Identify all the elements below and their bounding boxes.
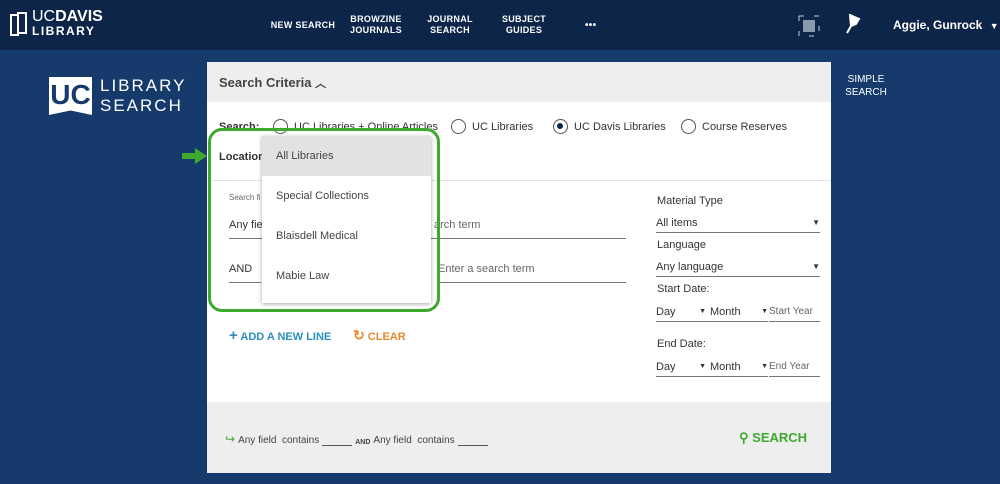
nav-journal-search[interactable]: JOURNAL SEARCH — [424, 14, 476, 36]
radio-selected[interactable] — [553, 119, 568, 134]
end-day-select[interactable]: Day ▼ — [656, 357, 706, 377]
summary-blank — [457, 434, 488, 446]
uc-badge: UC — [49, 77, 92, 115]
library-book-icon — [10, 12, 27, 36]
user-name: Aggie, Gunrock — [893, 18, 983, 32]
add-line-label: ADD A NEW LINE — [240, 331, 332, 343]
material-type-value: All items — [656, 216, 698, 229]
end-date-label: End Date: — [657, 338, 706, 350]
logo-text: LIBRARY — [32, 24, 96, 38]
panel-header[interactable]: Search Criteria ︿ — [207, 62, 831, 102]
caret-down-icon: ▼ — [761, 308, 768, 315]
search-term-input-2[interactable]: Enter a search term — [438, 263, 626, 283]
top-bar: UCDAVIS LIBRARY NEW SEARCH BROWZINE JOUR… — [0, 0, 1000, 50]
user-menu[interactable]: Aggie, Gunrock ▼ — [893, 18, 999, 32]
more-menu-icon[interactable]: ••• — [585, 20, 596, 31]
query-summary: ↪ Any field contains AND Any field conta… — [225, 432, 488, 446]
brand-line: LIBRARY — [100, 76, 187, 95]
scope-uc-libraries[interactable]: UC Libraries — [451, 119, 533, 134]
add-new-line-button[interactable]: + ADD A NEW LINE — [229, 327, 331, 344]
summary-op: AND — [355, 439, 371, 446]
day-value: Day — [656, 305, 676, 318]
caret-down-icon: ▼ — [812, 262, 820, 271]
plus-icon: + — [229, 327, 238, 344]
summary-blank — [322, 434, 353, 446]
end-month-select[interactable]: Month ▼ — [706, 357, 768, 377]
pin-icon[interactable] — [845, 14, 861, 34]
month-value: Month — [710, 305, 741, 318]
scope-uc-davis[interactable]: UC Davis Libraries — [553, 119, 666, 134]
search-icon: ⚲ — [739, 430, 749, 445]
simple-search-link[interactable]: SIMPLE SEARCH — [844, 73, 888, 99]
scope-course-reserves[interactable]: Course Reserves — [681, 119, 787, 134]
start-date-label: Start Date: — [657, 283, 710, 295]
radio[interactable] — [681, 119, 696, 134]
qr-code-icon[interactable] — [798, 15, 820, 37]
caret-down-icon: ▼ — [989, 21, 999, 31]
logo-text: DAVIS — [55, 8, 103, 25]
scope-label: UC Davis Libraries — [574, 120, 666, 133]
summary-part: Any field contains — [373, 435, 455, 446]
highlight-box — [208, 128, 440, 312]
start-day-select[interactable]: Day ▼ — [656, 302, 706, 322]
end-year-input[interactable]: End Year — [769, 357, 820, 377]
panel-footer: ↪ Any field contains AND Any field conta… — [207, 402, 831, 473]
caret-down-icon: ▼ — [699, 308, 706, 315]
summary-part: Any field contains — [238, 435, 320, 446]
search-term-input[interactable]: arch term — [434, 219, 480, 231]
green-arrow-icon — [182, 148, 207, 164]
scope-label: Course Reserves — [702, 120, 787, 133]
caret-down-icon: ▼ — [761, 363, 768, 370]
logo-text: UC — [32, 8, 56, 25]
uc-library-search-logo: UC LIBRARY SEARCH — [49, 76, 186, 116]
nav-browzine-journals[interactable]: BROWZINE JOURNALS — [348, 14, 404, 36]
nav-subject-guides[interactable]: SUBJECT GUIDES — [496, 14, 552, 36]
language-select[interactable]: Any language ▼ — [656, 257, 820, 277]
caret-down-icon: ▼ — [812, 218, 820, 227]
reset-icon: ↻ — [353, 327, 365, 343]
search-button[interactable]: ⚲ SEARCH — [739, 430, 807, 446]
brand-line: SEARCH — [100, 96, 183, 115]
search-button-label: SEARCH — [752, 430, 808, 445]
caret-down-icon: ▼ — [699, 363, 706, 370]
nav-new-search[interactable]: NEW SEARCH — [268, 20, 338, 31]
material-type-label: Material Type — [657, 195, 723, 207]
month-value: Month — [710, 360, 741, 373]
chevron-up-icon[interactable]: ︿ — [315, 78, 326, 90]
language-value: Any language — [656, 260, 724, 273]
arrow-right-icon: ↪ — [225, 432, 236, 446]
radio[interactable] — [451, 119, 466, 134]
start-month-select[interactable]: Month ▼ — [706, 302, 768, 322]
clear-label: CLEAR — [367, 331, 406, 343]
start-year-input[interactable]: Start Year — [769, 302, 820, 322]
panel-title: Search Criteria — [219, 75, 312, 90]
material-type-select[interactable]: All items ▼ — [656, 213, 820, 233]
clear-button[interactable]: ↻ CLEAR — [353, 327, 406, 344]
ucdavis-library-logo[interactable]: UCDAVIS LIBRARY — [10, 8, 103, 38]
day-value: Day — [656, 360, 676, 373]
scope-label: UC Libraries — [472, 120, 534, 133]
language-label: Language — [657, 239, 706, 251]
